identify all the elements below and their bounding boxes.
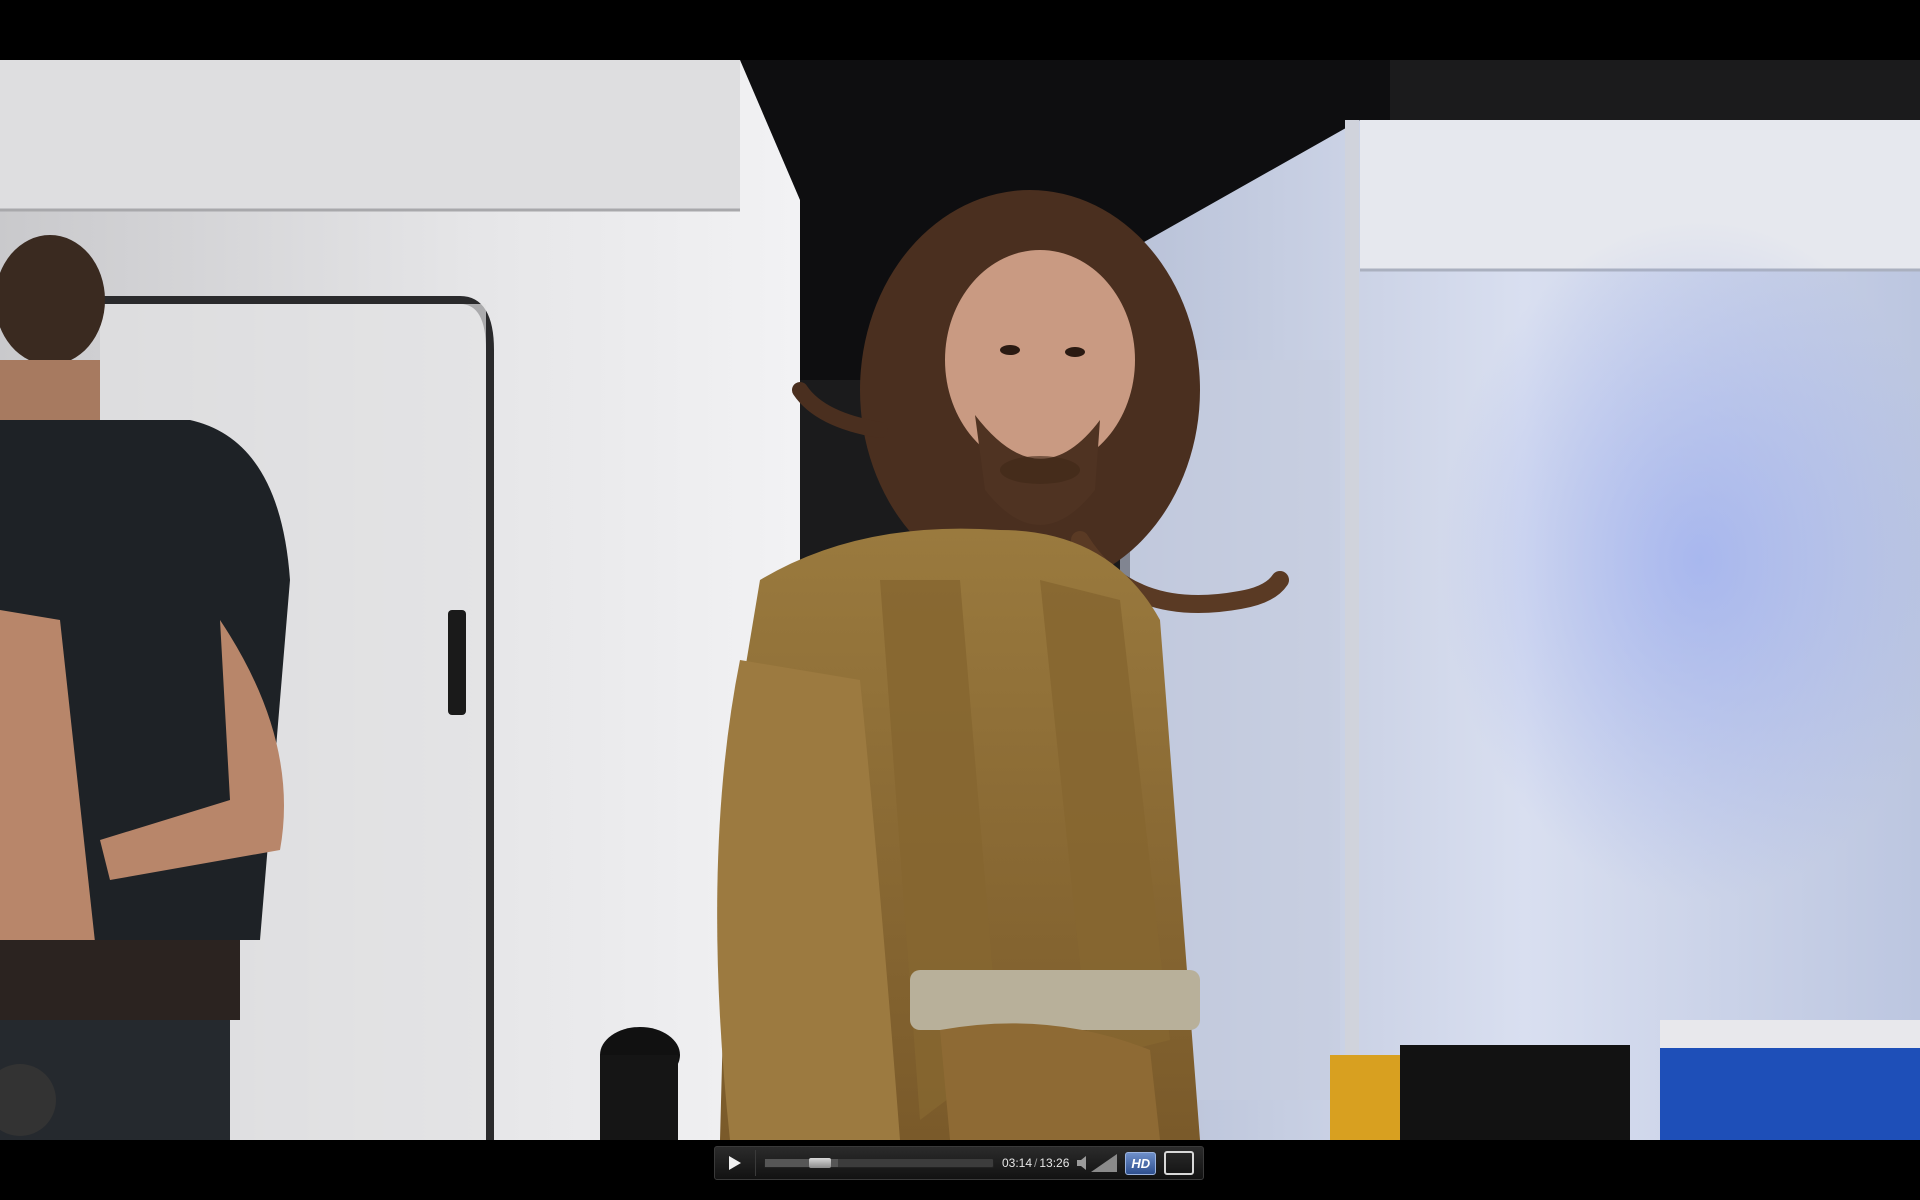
hd-toggle-button[interactable]: HD: [1125, 1151, 1157, 1175]
play-icon: [729, 1156, 741, 1170]
video-player: 03:14 / 13:26 HD: [0, 0, 1920, 1200]
speaker-icon[interactable]: [1077, 1156, 1089, 1170]
fullscreen-icon[interactable]: [1164, 1151, 1195, 1175]
time-display: 03:14 / 13:26: [1002, 1156, 1069, 1170]
play-button[interactable]: [721, 1150, 756, 1176]
seek-thumb[interactable]: [808, 1158, 831, 1168]
duration: 13:26: [1039, 1156, 1070, 1170]
seek-bar[interactable]: [764, 1158, 994, 1168]
video-controls: 03:14 / 13:26 HD: [714, 1146, 1204, 1180]
time-separator: /: [1034, 1156, 1038, 1170]
video-still: [0, 60, 1920, 1140]
video-frame[interactable]: [0, 60, 1920, 1140]
volume-control[interactable]: [1077, 1154, 1118, 1172]
current-time: 03:14: [1002, 1156, 1033, 1170]
volume-slider[interactable]: [1091, 1154, 1118, 1172]
